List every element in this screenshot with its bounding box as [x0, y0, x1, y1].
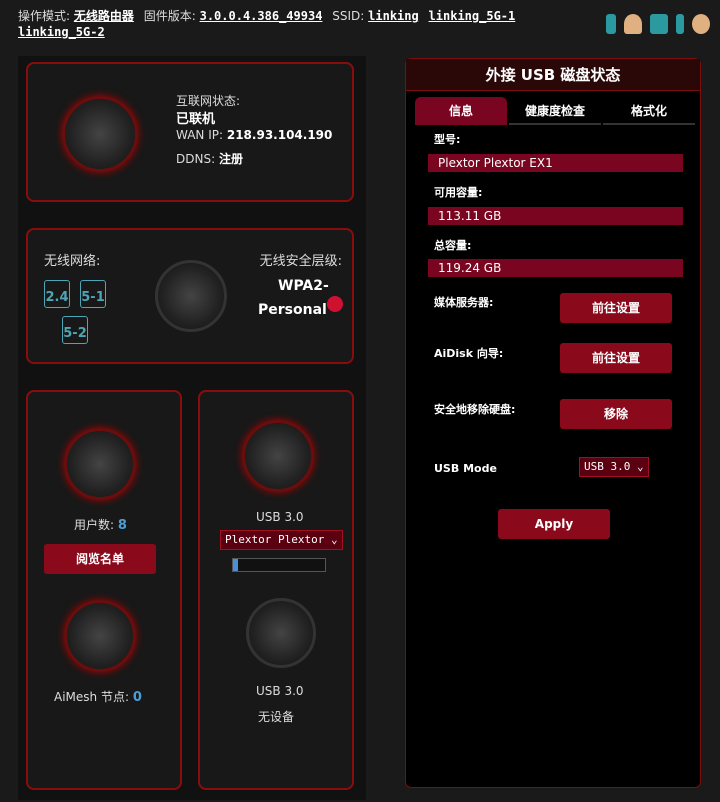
- usb2-status: 无设备: [258, 710, 295, 724]
- usb-mode-value: USB 3.0: [584, 460, 631, 473]
- tab-info[interactable]: 信息: [415, 97, 507, 125]
- usb2-label: USB 3.0: [256, 684, 304, 698]
- clients-label: 用户数:: [74, 518, 115, 532]
- internet-status-value: 已联机: [176, 112, 216, 127]
- aimesh-label: AiMesh 节点:: [54, 690, 129, 704]
- settings-gear-icon[interactable]: [692, 14, 710, 34]
- model-value: Plextor Plextor EX1: [428, 154, 683, 172]
- firmware-label: 固件版本:: [143, 9, 196, 23]
- free-label: 可用容量:: [434, 186, 483, 199]
- status-bar: 操作模式: 无线路由器 固件版本: 3.0.0.4.386_49934 SSID…: [18, 8, 578, 40]
- wireless-panel: 无线网络: 2.4 5-1 5-2 无线安全层级: WPA2- Personal: [26, 228, 354, 364]
- eject-label: 安全地移除硬盘:: [434, 403, 516, 416]
- ddns-link[interactable]: 注册: [219, 152, 243, 166]
- aimesh-icon[interactable]: [64, 600, 136, 672]
- phone-icon[interactable]: [606, 14, 616, 34]
- mode-label: 操作模式:: [18, 9, 71, 23]
- ssid-link[interactable]: linking_5G-1: [429, 9, 516, 23]
- usb-symbol-icon[interactable]: [246, 598, 316, 668]
- wireless-label: 无线网络:: [44, 254, 101, 269]
- panel-title: 外接 USB 磁盘状态: [406, 59, 700, 91]
- wifi-band-icon[interactable]: 5-1: [80, 280, 106, 308]
- security-value: WPA2-: [278, 278, 329, 294]
- wifi-band-icon[interactable]: 5-2: [62, 316, 88, 344]
- clients-panel: 用户数: 8 阅览名单 AiMesh 节点: 0: [26, 390, 182, 790]
- total-value: 119.24 GB: [428, 259, 683, 277]
- security-value: Personal: [258, 302, 327, 318]
- wifi-band-icon[interactable]: 2.4: [44, 280, 70, 308]
- ssid-link[interactable]: linking_5G-2: [18, 25, 105, 39]
- network-icon[interactable]: [650, 14, 668, 34]
- ssid-label: SSID:: [332, 9, 365, 23]
- media-server-button[interactable]: 前往设置: [560, 293, 672, 323]
- usb-device-value: Plextor Plextor: [225, 533, 325, 546]
- usb-status-panel: 外接 USB 磁盘状态 信息 健康度检查 格式化 型号: Plextor Ple…: [405, 58, 701, 788]
- usb-mode-select[interactable]: USB 3.0 ⌄: [579, 457, 649, 477]
- total-label: 总容量:: [434, 239, 472, 252]
- usb-usage-bar: [232, 558, 326, 572]
- media-server-label: 媒体服务器:: [434, 296, 494, 309]
- aidisk-label: AiDisk 向导:: [434, 347, 504, 360]
- clients-count: 8: [117, 518, 127, 533]
- wan-ip-label: WAN IP:: [176, 128, 224, 142]
- apply-button[interactable]: Apply: [498, 509, 610, 539]
- router-icon[interactable]: [155, 260, 227, 332]
- tab-health-check[interactable]: 健康度检查: [509, 97, 601, 125]
- clients-icon[interactable]: [64, 428, 136, 500]
- wan-ip-value: 218.93.104.190: [226, 128, 333, 142]
- usb-devices-panel: USB 3.0 Plextor Plextor ⌄ USB 3.0 无设备: [198, 390, 354, 790]
- ddns-label: DDNS:: [176, 152, 216, 166]
- free-value: 113.11 GB: [428, 207, 683, 225]
- users-icon[interactable]: [624, 14, 642, 34]
- internet-panel[interactable]: 互联网状态: 已联机 WAN IP: 218.93.104.190 DDNS: …: [26, 62, 354, 202]
- usb-mode-label: USB Mode: [434, 462, 497, 475]
- usb-icon[interactable]: [676, 14, 684, 34]
- firmware-link[interactable]: 3.0.0.4.386_49934: [200, 9, 323, 23]
- tab-format[interactable]: 格式化: [603, 97, 695, 125]
- usb-drive-icon[interactable]: [242, 420, 314, 492]
- globe-icon[interactable]: [62, 96, 138, 172]
- aidisk-button[interactable]: 前往设置: [560, 343, 672, 373]
- eject-button[interactable]: 移除: [560, 399, 672, 429]
- lock-icon: [327, 296, 343, 312]
- ssid-link[interactable]: linking: [368, 9, 419, 23]
- security-label: 无线安全层级:: [259, 254, 342, 269]
- usb1-label: USB 3.0: [256, 510, 304, 524]
- model-label: 型号:: [434, 133, 461, 146]
- view-list-button[interactable]: 阅览名单: [44, 544, 156, 574]
- network-map: 互联网状态: 已联机 WAN IP: 218.93.104.190 DDNS: …: [18, 56, 366, 800]
- internet-status-label: 互联网状态:: [176, 94, 241, 108]
- usb-device-select[interactable]: Plextor Plextor ⌄: [220, 530, 343, 550]
- mode-link[interactable]: 无线路由器: [74, 9, 134, 23]
- aimesh-count: 0: [132, 690, 142, 705]
